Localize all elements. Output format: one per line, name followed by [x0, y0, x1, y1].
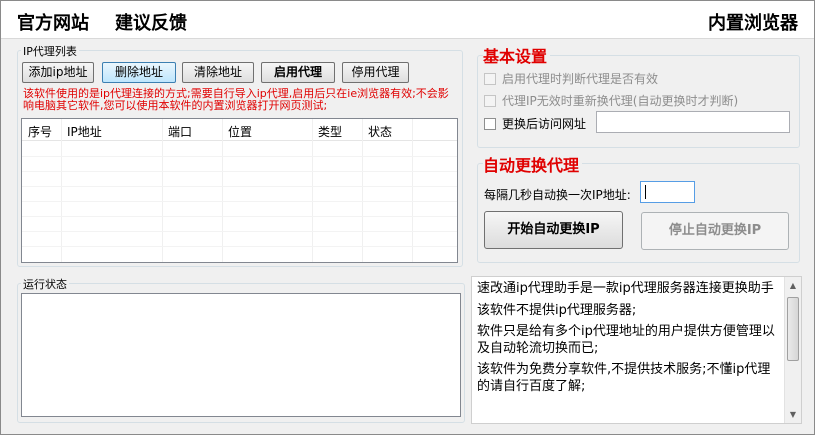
- warning-text: 该软件使用的是ip代理连接的方式;需要自行导入ip代理,启用后只在ie浏览器有效…: [23, 87, 449, 112]
- proxy-table[interactable]: 序号 IP地址 端口 位置 类型 状态: [21, 118, 458, 263]
- row-divider: [22, 171, 457, 172]
- checkbox-check-valid[interactable]: [484, 72, 496, 85]
- info-paragraph: 软件只是给有多个ip代理地址的用户提供方便管理以及自动轮流切换而已;: [477, 324, 775, 356]
- delete-address-button[interactable]: 删除地址: [102, 62, 176, 83]
- column-header-status[interactable]: 状态: [368, 123, 392, 140]
- interval-input[interactable]: [640, 181, 695, 203]
- column-divider: [222, 119, 223, 262]
- main-window: 官方网站 建议反馈 内置浏览器 IP代理列表 添加ip地址 删除地址 清除地址 …: [0, 0, 815, 435]
- info-scrollbar[interactable]: ▲ ▼: [784, 277, 801, 423]
- column-header-location[interactable]: 位置: [228, 123, 252, 140]
- option-check-valid[interactable]: 启用代理时判断代理是否有效: [484, 70, 658, 87]
- text-cursor: [645, 185, 646, 199]
- interval-label: 每隔几秒自动换一次IP地址:: [484, 188, 631, 202]
- option-reswitch-invalid-label: 代理IP无效时重新换代理(自动更换时才判断): [502, 94, 739, 108]
- run-status-title: 运行状态: [21, 276, 69, 292]
- option-reswitch-invalid[interactable]: 代理IP无效时重新换代理(自动更换时才判断): [484, 92, 738, 109]
- column-header-index[interactable]: 序号: [28, 123, 52, 140]
- info-paragraph: 速改通ip代理助手是一款ip代理服务器连接更换助手: [477, 281, 774, 296]
- run-status-log[interactable]: [21, 293, 461, 417]
- official-site-link[interactable]: 官方网站: [17, 9, 89, 35]
- column-divider: [61, 119, 62, 262]
- basic-settings-title: 基本设置: [483, 43, 551, 67]
- top-bar: 官方网站 建议反馈 内置浏览器: [1, 1, 814, 39]
- auto-switch-title: 自动更换代理: [483, 152, 583, 176]
- info-paragraph: 该软件不提供ip代理服务器;: [477, 302, 637, 318]
- option-visit-url[interactable]: 更换后访问网址: [484, 115, 586, 132]
- checkbox-reswitch-invalid[interactable]: [484, 94, 496, 107]
- visit-url-input[interactable]: [596, 111, 790, 133]
- start-auto-switch-button[interactable]: 开始自动更换IP: [484, 211, 623, 249]
- row-divider: [22, 201, 457, 202]
- scroll-down-arrow-icon[interactable]: ▼: [785, 406, 801, 423]
- row-divider: [22, 186, 457, 187]
- info-textbox[interactable]: 速改通ip代理助手是一款ip代理服务器连接更换助手 该软件不提供ip代理服务器;…: [471, 276, 802, 424]
- feedback-link[interactable]: 建议反馈: [115, 9, 187, 35]
- checkbox-visit-url[interactable]: [484, 117, 496, 130]
- column-divider: [312, 119, 313, 262]
- row-divider: [22, 246, 457, 247]
- column-header-type[interactable]: 类型: [318, 123, 342, 140]
- disable-proxy-button[interactable]: 停用代理: [342, 62, 409, 83]
- row-divider: [22, 231, 457, 232]
- column-header-ip[interactable]: IP地址: [67, 123, 102, 140]
- row-divider: [22, 156, 457, 157]
- info-paragraph: 该软件为免费分享软件,不提供技术服务;不懂ip代理的请自行百度了解;: [477, 362, 771, 394]
- builtin-browser-link[interactable]: 内置浏览器: [708, 9, 798, 35]
- table-header: 序号 IP地址 端口 位置 类型 状态: [22, 119, 457, 141]
- enable-proxy-button[interactable]: 启用代理: [261, 62, 335, 83]
- clear-address-button[interactable]: 清除地址: [182, 62, 254, 83]
- info-text: 速改通ip代理助手是一款ip代理服务器连接更换助手 该软件不提供ip代理服务器;…: [477, 281, 782, 400]
- scroll-thumb[interactable]: [787, 297, 799, 361]
- add-ip-button[interactable]: 添加ip地址: [22, 62, 94, 83]
- column-divider: [162, 119, 163, 262]
- column-header-port[interactable]: 端口: [168, 123, 192, 140]
- option-visit-url-label: 更换后访问网址: [502, 117, 587, 131]
- option-check-valid-label: 启用代理时判断代理是否有效: [502, 72, 659, 86]
- column-divider: [362, 119, 363, 262]
- proxy-list-title: IP代理列表: [21, 43, 79, 59]
- stop-auto-switch-button[interactable]: 停止自动更换IP: [641, 212, 789, 250]
- column-divider: [412, 119, 413, 262]
- row-divider: [22, 216, 457, 217]
- scroll-up-arrow-icon[interactable]: ▲: [785, 277, 801, 294]
